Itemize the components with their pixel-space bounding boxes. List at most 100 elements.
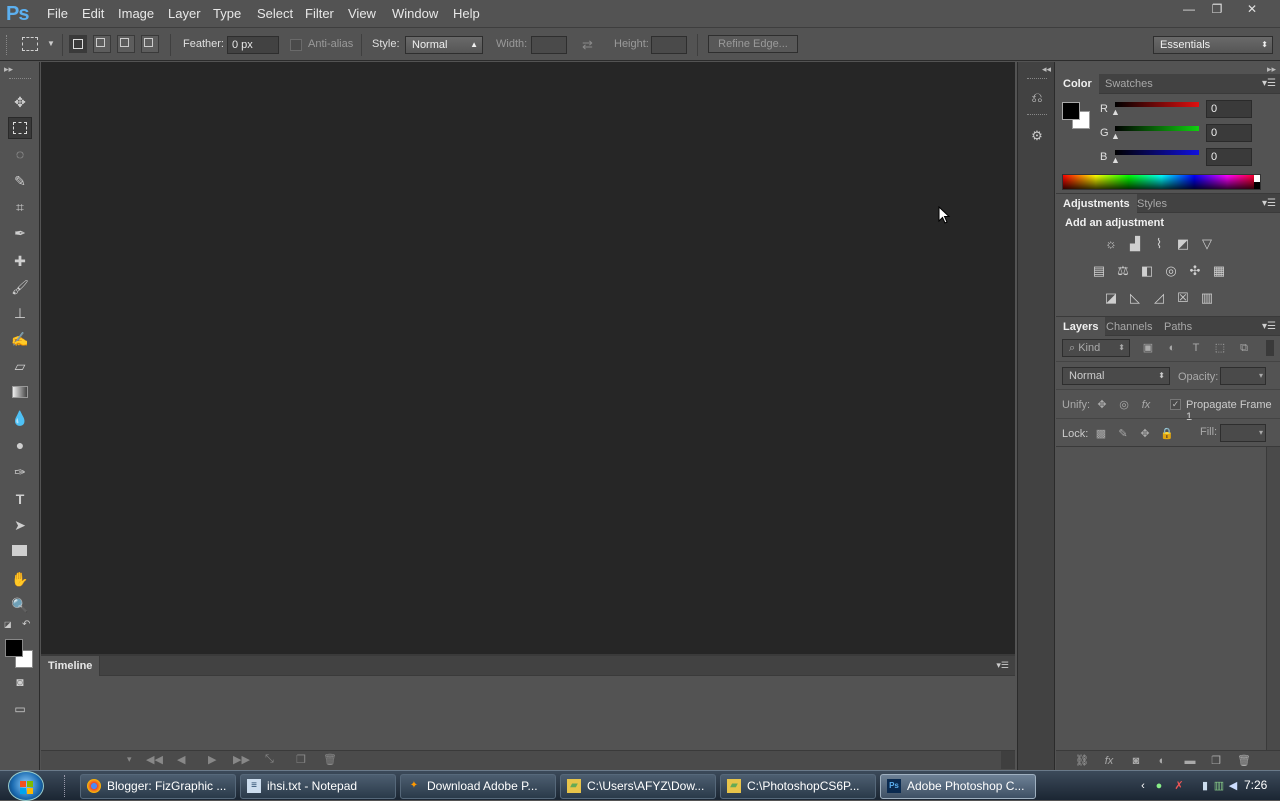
tab-timeline[interactable]: Timeline <box>41 656 101 676</box>
lock-transparent-icon[interactable]: ▩ <box>1093 426 1109 442</box>
green-slider[interactable] <box>1115 126 1199 131</box>
play-icon[interactable]: ▶ <box>208 753 216 766</box>
previous-frame-icon[interactable]: ◀ <box>177 753 185 766</box>
swap-arrows-icon[interactable]: ⇄ <box>582 37 593 53</box>
delete-frame-icon[interactable]: 🗑 <box>323 753 337 766</box>
delete-layer-icon[interactable]: 🗑 <box>1236 753 1252 769</box>
close-button[interactable]: ✕ <box>1238 0 1266 18</box>
menu-window[interactable]: Window <box>392 6 438 21</box>
selective-color-icon[interactable]: ☒ <box>1174 290 1192 306</box>
opacity-chevron-icon[interactable]: ▾ <box>1259 371 1263 380</box>
menu-layer[interactable]: Layer <box>168 6 201 21</box>
color-balance-icon[interactable]: ⚖ <box>1114 263 1132 279</box>
feather-input[interactable]: 0 px <box>227 36 279 54</box>
task-photoshop[interactable]: Ps Adobe Photoshop C... <box>880 774 1036 799</box>
unify-position-icon[interactable]: ✥ <box>1094 397 1110 413</box>
color-lookup-icon[interactable]: ▦ <box>1210 263 1228 279</box>
lock-position-icon[interactable]: ✥ <box>1137 426 1153 442</box>
tray-device-icon[interactable]: ▮ <box>1198 779 1212 793</box>
green-slider-thumb-icon[interactable]: ▲ <box>1111 131 1120 141</box>
healing-brush-tool-icon[interactable]: ✚ <box>8 250 32 272</box>
lock-all-icon[interactable]: 🔒 <box>1159 426 1175 442</box>
screen-mode-icon[interactable]: ▭ <box>8 698 32 720</box>
unify-visibility-icon[interactable]: ◎ <box>1116 397 1132 413</box>
brightness-contrast-icon[interactable]: ☼ <box>1102 236 1120 252</box>
default-colors-icon[interactable]: ◪ <box>4 620 12 629</box>
color-panel-menu-icon[interactable]: ▾☰ <box>1262 78 1276 89</box>
next-frame-icon[interactable]: ▶▶ <box>233 753 250 766</box>
timeline-panel-menu-icon[interactable]: ▾☰ <box>996 660 1009 671</box>
subtract-selection-icon[interactable] <box>117 35 135 53</box>
tab-color[interactable]: Color <box>1056 74 1099 94</box>
type-tool-icon[interactable]: T <box>8 488 32 510</box>
workspace-select[interactable]: Essentials ⬍ <box>1153 36 1273 54</box>
new-adjustment-layer-icon[interactable]: ◐ <box>1154 753 1170 769</box>
blue-value-input[interactable]: 0 <box>1206 148 1252 166</box>
photo-filter-icon[interactable]: ◎ <box>1162 263 1180 279</box>
expand-panels-icon[interactable]: ◂◂ <box>1042 64 1051 75</box>
show-hidden-icons-icon[interactable]: ‹ <box>1136 779 1150 793</box>
first-frame-icon[interactable]: ◀◀ <box>146 753 163 766</box>
marquee-preset-icon[interactable] <box>22 37 38 51</box>
channel-mixer-icon[interactable]: ✣ <box>1186 263 1204 279</box>
timeline-scrollbar[interactable] <box>1001 751 1015 769</box>
tab-channels[interactable]: Channels <box>1099 317 1159 337</box>
red-slider[interactable] <box>1115 102 1199 107</box>
intersect-selection-icon[interactable] <box>141 35 159 53</box>
zoom-tool-icon[interactable]: 🔍 <box>8 594 32 616</box>
move-tool-icon[interactable]: ✥ <box>8 91 32 113</box>
strip-grip[interactable] <box>1027 78 1047 79</box>
layer-filter-kind-select[interactable]: ⌕ Kind ⬍ <box>1062 339 1130 357</box>
eraser-tool-icon[interactable]: ▱ <box>8 355 32 377</box>
black-white-icon[interactable]: ◧ <box>1138 263 1156 279</box>
menu-image[interactable]: Image <box>118 6 154 21</box>
propagate-checkbox[interactable]: ✓ <box>1170 399 1181 410</box>
volume-icon[interactable]: ◀ <box>1226 779 1240 793</box>
duplicate-frame-icon[interactable]: ❐ <box>296 753 306 766</box>
rectangular-marquee-tool-icon[interactable] <box>8 117 32 139</box>
layers-panel-menu-icon[interactable]: ▾☰ <box>1262 321 1276 332</box>
history-panel-icon[interactable]: ⎌ <box>1028 89 1046 107</box>
preset-chevron-icon[interactable]: ▼ <box>47 39 55 48</box>
red-slider-thumb-icon[interactable]: ▲ <box>1111 107 1120 117</box>
lock-pixels-icon[interactable]: ✎ <box>1115 426 1131 442</box>
crop-tool-icon[interactable]: ⌗ <box>8 196 32 218</box>
filter-smart-object-icon[interactable]: ⧉ <box>1236 340 1252 356</box>
menu-filter[interactable]: Filter <box>305 6 334 21</box>
menu-select[interactable]: Select <box>257 6 293 21</box>
quick-selection-tool-icon[interactable]: ✎ <box>8 170 32 192</box>
tween-icon[interactable]: ⤡ <box>265 753 274 766</box>
start-button[interactable] <box>8 771 44 801</box>
blue-slider[interactable] <box>1115 150 1199 155</box>
vibrance-icon[interactable]: ▽ <box>1198 236 1216 252</box>
rectangle-tool-icon[interactable] <box>8 540 32 562</box>
exposure-icon[interactable]: ◩ <box>1174 236 1192 252</box>
timeline-options-chevron-icon[interactable]: ▾ <box>127 754 132 765</box>
threshold-icon[interactable]: ◿ <box>1150 290 1168 306</box>
brush-tool-icon[interactable]: 🖌 <box>8 276 32 298</box>
hue-saturation-icon[interactable]: ▤ <box>1090 263 1108 279</box>
blur-tool-icon[interactable]: 💧 <box>8 407 32 429</box>
pen-tool-icon[interactable]: ✑ <box>8 461 32 483</box>
color-fg-swatch[interactable] <box>1062 102 1080 120</box>
posterize-icon[interactable]: ◺ <box>1126 290 1144 306</box>
layers-list[interactable] <box>1056 447 1266 750</box>
antialias-checkbox[interactable] <box>290 39 302 51</box>
quick-mask-icon[interactable]: ◙ <box>8 671 32 693</box>
filter-shape-icon[interactable]: ⬚ <box>1212 340 1228 356</box>
task-download-adobe[interactable]: ✦ Download Adobe P... <box>400 774 556 799</box>
unify-style-icon[interactable]: fx <box>1138 397 1154 413</box>
layers-scrollbar[interactable] <box>1266 447 1280 750</box>
menu-type[interactable]: Type <box>213 6 241 21</box>
width-input[interactable] <box>531 36 567 54</box>
tab-swatches[interactable]: Swatches <box>1098 74 1160 94</box>
task-folder-users[interactable]: ▰ C:\Users\AFYZ\Dow... <box>560 774 716 799</box>
tab-paths[interactable]: Paths <box>1157 317 1199 337</box>
adjustments-panel-menu-icon[interactable]: ▾☰ <box>1262 198 1276 209</box>
task-blogger[interactable]: Blogger: FizGraphic ... <box>80 774 236 799</box>
tab-adjustments[interactable]: Adjustments <box>1056 194 1137 214</box>
invert-icon[interactable]: ◪ <box>1102 290 1120 306</box>
green-value-input[interactable]: 0 <box>1206 124 1252 142</box>
gradient-tool-icon[interactable] <box>8 381 32 403</box>
swap-colors-icon[interactable]: ↶ <box>22 619 30 630</box>
